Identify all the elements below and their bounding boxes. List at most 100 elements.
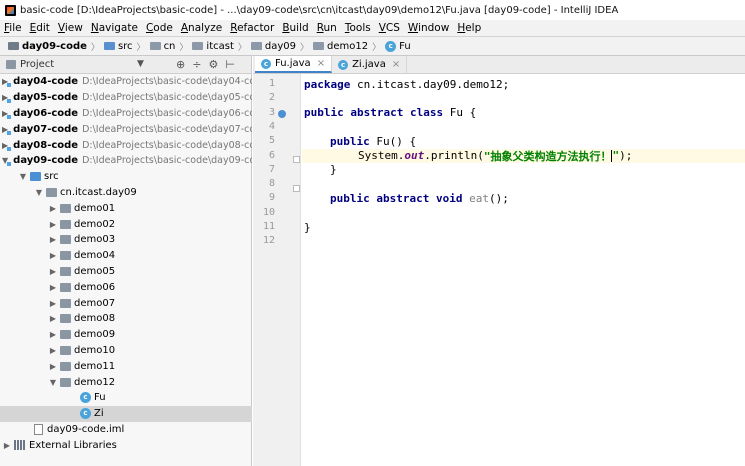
tree-item-day04-code[interactable]: ▶ day04-code D:\IdeaProjects\basic-code\… [0, 74, 252, 90]
chevron-down-icon[interactable]: ▼ [18, 172, 28, 181]
tree-item-day09-code[interactable]: ▼ day09-code D:\IdeaProjects\basic-code\… [0, 153, 252, 169]
menu-navigate[interactable]: Navigate [91, 22, 138, 34]
tab-fu-java[interactable]: c Fu.java × [255, 56, 333, 73]
tree-item-day08-code[interactable]: ▶ day08-code D:\IdeaProjects\basic-code\… [0, 137, 252, 153]
line-number: 9 [268, 192, 275, 204]
breadcrumb-item-day09-code[interactable]: day09-code 〉 [8, 40, 104, 53]
gear-icon[interactable]: ⚙ [208, 58, 218, 71]
hide-icon[interactable]: ⊢ [225, 58, 235, 71]
menu-build[interactable]: Build [282, 22, 308, 34]
fold-icon[interactable] [293, 156, 300, 163]
code-line-1: package cn.itcast.day09.demo12; [304, 77, 509, 91]
breadcrumb-item-fu[interactable]: c Fu [385, 40, 411, 52]
tree-item-demo11[interactable]: ▶ demo11 [0, 358, 252, 374]
chevron-down-icon[interactable]: ▼ [34, 188, 44, 197]
project-view-selector[interactable]: Project [20, 59, 54, 70]
line-number: 8 [268, 178, 275, 190]
tree-item-demo10[interactable]: ▶ demo10 [0, 343, 252, 359]
tree-label: demo01 [74, 202, 116, 214]
breadcrumb-item-day09[interactable]: day09 〉 [250, 40, 313, 53]
class-icon: c [261, 58, 271, 69]
tree-item-src[interactable]: ▼ src [0, 169, 252, 185]
class-icon: c [385, 40, 397, 52]
package-icon [60, 330, 71, 340]
tree-item-day05-code[interactable]: ▶ day05-code D:\IdeaProjects\basic-code\… [0, 90, 252, 106]
tree-label: demo08 [74, 313, 116, 325]
tree-item-demo08[interactable]: ▶ demo08 [0, 311, 252, 327]
chevron-right-icon: 〉 [90, 42, 100, 53]
tree-label: demo09 [74, 329, 116, 341]
tree-item-demo03[interactable]: ▶ demo03 [0, 232, 252, 248]
menu-vcs[interactable]: VCS [379, 22, 400, 34]
close-icon[interactable]: × [392, 59, 400, 70]
tree-item-zi[interactable]: c Zi [0, 405, 252, 422]
menu-code[interactable]: Code [146, 22, 173, 34]
tree-item-external-libraries[interactable]: ▶ External Libraries [0, 437, 252, 453]
tree-item-demo05[interactable]: ▶ demo05 [0, 264, 252, 280]
tab-label: Fu.java [275, 58, 311, 69]
menu-help[interactable]: Help [457, 22, 481, 34]
chevron-right-icon[interactable]: ▶ [48, 220, 58, 229]
tree-item-day07-code[interactable]: ▶ day07-code D:\IdeaProjects\basic-code\… [0, 121, 252, 137]
class-icon: c [80, 408, 91, 420]
tree-item-demo07[interactable]: ▶ demo07 [0, 295, 252, 311]
chevron-right-icon[interactable]: ▶ [48, 267, 58, 276]
code-line-9: public abstract void eat (); [330, 191, 509, 205]
package-icon [60, 314, 71, 324]
breadcrumb-item-itcast[interactable]: itcast 〉 [192, 40, 250, 53]
tree-label: demo02 [74, 218, 116, 230]
menu-edit[interactable]: Edit [30, 22, 50, 34]
code-editor[interactable]: package cn.itcast.day09.demo12; public a… [302, 74, 745, 466]
tree-item-demo04[interactable]: ▶ demo04 [0, 248, 252, 264]
tree-item-demo09[interactable]: ▶ demo09 [0, 327, 252, 343]
tree-item-fu[interactable]: c Fu [0, 390, 252, 406]
title-bar: basic-code [D:\IdeaProjects\basic-code] … [0, 0, 745, 20]
tree-item-day06-code[interactable]: ▶ day06-code D:\IdeaProjects\basic-code\… [0, 106, 252, 122]
fold-icon[interactable] [293, 185, 300, 192]
package-icon [60, 345, 71, 355]
tree-label: demo04 [74, 250, 116, 262]
menu-refactor[interactable]: Refactor [230, 22, 274, 34]
tree-item-demo01[interactable]: ▶ demo01 [0, 200, 252, 216]
chevron-down-icon[interactable]: ▼ [137, 59, 144, 69]
close-icon[interactable]: × [317, 58, 325, 69]
package-icon [60, 298, 71, 308]
menu-view[interactable]: View [58, 22, 83, 34]
line-number: 10 [262, 206, 275, 218]
implemented-icon[interactable] [278, 110, 286, 118]
tab-zi-java[interactable]: c Zi.java × [332, 56, 408, 73]
menu-run[interactable]: Run [317, 22, 337, 34]
chevron-right-icon[interactable]: ▶ [48, 251, 58, 260]
chevron-right-icon[interactable]: ▶ [48, 362, 58, 371]
tree-item-iml[interactable]: day09-code.iml [0, 422, 252, 438]
menu-window[interactable]: Window [408, 22, 449, 34]
tree-item-package[interactable]: ▼ cn.itcast.day09 [0, 185, 252, 201]
breadcrumb-item-demo12[interactable]: demo12 〉 [313, 40, 385, 53]
menu-analyze[interactable]: Analyze [181, 22, 222, 34]
locate-icon[interactable]: ⊕ [176, 58, 185, 71]
chevron-right-icon[interactable]: ▶ [48, 283, 58, 292]
chevron-right-icon[interactable]: ▶ [48, 204, 58, 213]
tree-label: demo03 [74, 234, 116, 246]
breadcrumb-label: Fu [399, 40, 411, 52]
chevron-right-icon[interactable]: ▶ [48, 314, 58, 323]
tree-item-demo12[interactable]: ▼ demo12 [0, 374, 252, 390]
package-icon [60, 219, 71, 229]
menu-tools[interactable]: Tools [345, 22, 371, 34]
chevron-right-icon[interactable]: ▶ [2, 441, 12, 450]
code-line-7: } [330, 163, 337, 177]
breadcrumb-item-cn[interactable]: cn 〉 [149, 40, 193, 53]
chevron-right-icon[interactable]: ▶ [48, 330, 58, 339]
collapse-icon[interactable]: ÷ [192, 58, 201, 71]
code-line-11: } [304, 220, 311, 234]
chevron-right-icon[interactable]: ▶ [48, 299, 58, 308]
package-icon [149, 42, 161, 50]
chevron-right-icon[interactable]: ▶ [48, 235, 58, 244]
menu-file[interactable]: File [4, 22, 22, 34]
breadcrumb-item-src[interactable]: src 〉 [103, 40, 150, 53]
chevron-down-icon[interactable]: ▼ [48, 378, 58, 387]
chevron-right-icon[interactable]: ▶ [48, 346, 58, 355]
tree-item-demo02[interactable]: ▶ demo02 [0, 216, 252, 232]
class-icon: c [338, 59, 349, 70]
tree-item-demo06[interactable]: ▶ demo06 [0, 279, 252, 295]
